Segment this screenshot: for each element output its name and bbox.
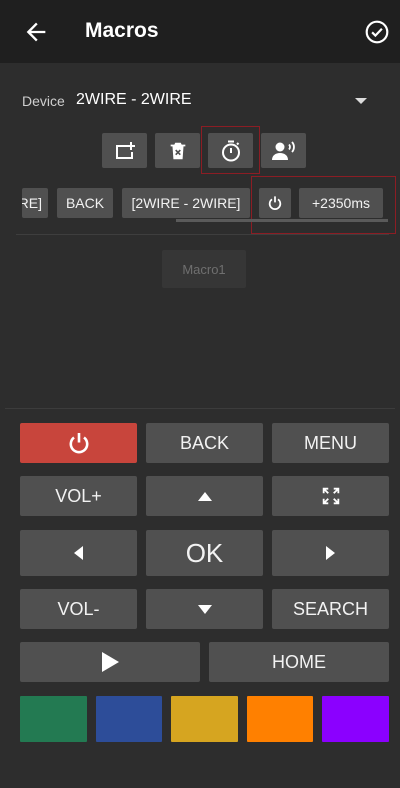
voice-command-button[interactable]	[261, 133, 306, 168]
app-bar: Macros	[0, 0, 400, 63]
sequence-item-label: RE]	[22, 195, 42, 211]
power-button[interactable]	[20, 423, 137, 463]
add-to-queue-icon	[115, 141, 135, 159]
orange-button[interactable]	[247, 696, 313, 742]
yellow-button[interactable]	[171, 696, 238, 742]
add-delay-button[interactable]	[208, 133, 253, 168]
check-circle-icon[interactable]	[364, 19, 390, 45]
left-button[interactable]	[20, 530, 137, 576]
device-label: Device	[22, 93, 65, 109]
menu-button[interactable]: MENU	[272, 423, 389, 463]
back-button-label: BACK	[179, 432, 230, 453]
volume-down-button[interactable]: VOL-	[20, 589, 137, 629]
sequence-item-label: +2350ms	[312, 195, 370, 211]
delete-step-button[interactable]	[155, 133, 200, 168]
fullscreen-icon	[322, 487, 339, 505]
sequence-item-delay[interactable]: +2350ms	[299, 188, 383, 218]
divider	[16, 234, 389, 235]
search-button[interactable]: SEARCH	[272, 589, 389, 629]
ok-button[interactable]: OK	[146, 530, 263, 576]
arrow-right-icon	[326, 546, 335, 560]
play-icon	[102, 652, 119, 672]
volume-up-button[interactable]: VOL+	[20, 476, 137, 516]
purple-button[interactable]	[322, 696, 389, 742]
sequence-item[interactable]: RE]	[22, 188, 48, 218]
macro-chip[interactable]: Macro1	[162, 250, 246, 288]
up-button[interactable]	[146, 476, 263, 516]
back-button[interactable]: BACK	[146, 423, 263, 463]
power-icon	[268, 196, 282, 210]
divider	[5, 408, 395, 409]
home-button-label: HOME	[272, 651, 326, 672]
volume-down-label: VOL-	[57, 598, 100, 619]
add-step-button[interactable]	[102, 133, 147, 168]
timer-icon	[221, 140, 240, 161]
right-button[interactable]	[272, 530, 389, 576]
device-selector[interactable]: Device 2WIRE - 2WIRE	[0, 80, 400, 120]
sequence-item-power[interactable]	[259, 188, 291, 218]
voice-icon	[271, 140, 295, 160]
arrow-down-icon	[197, 604, 212, 614]
sequence-scrollbar[interactable]	[176, 219, 388, 222]
sequence-item-label: BACK	[65, 195, 105, 211]
volume-up-label: VOL+	[55, 485, 102, 506]
device-value[interactable]: 2WIRE - 2WIRE	[76, 91, 192, 109]
delete-icon	[170, 142, 185, 159]
down-button[interactable]	[146, 589, 263, 629]
sequence-item[interactable]: BACK	[57, 188, 113, 218]
page-title: Macros	[85, 19, 159, 42]
home-button[interactable]: HOME	[209, 642, 389, 682]
sequence-item-label: [2WIRE - 2WIRE]	[131, 195, 241, 211]
ok-button-label: OK	[185, 537, 224, 568]
play-button[interactable]	[20, 642, 200, 682]
arrow-left-icon	[74, 546, 83, 560]
search-button-label: SEARCH	[292, 598, 368, 619]
arrow-up-icon	[197, 491, 212, 501]
menu-button-label: MENU	[304, 432, 357, 453]
dropdown-caret-icon[interactable]	[355, 98, 367, 104]
blue-button[interactable]	[96, 696, 162, 742]
sequence-item[interactable]: [2WIRE - 2WIRE]	[122, 188, 250, 218]
green-button[interactable]	[20, 696, 87, 742]
power-icon	[69, 433, 88, 454]
fullscreen-button[interactable]	[272, 476, 389, 516]
arrow-left-icon[interactable]	[22, 18, 50, 46]
macro-chip-label: Macro1	[182, 261, 226, 277]
